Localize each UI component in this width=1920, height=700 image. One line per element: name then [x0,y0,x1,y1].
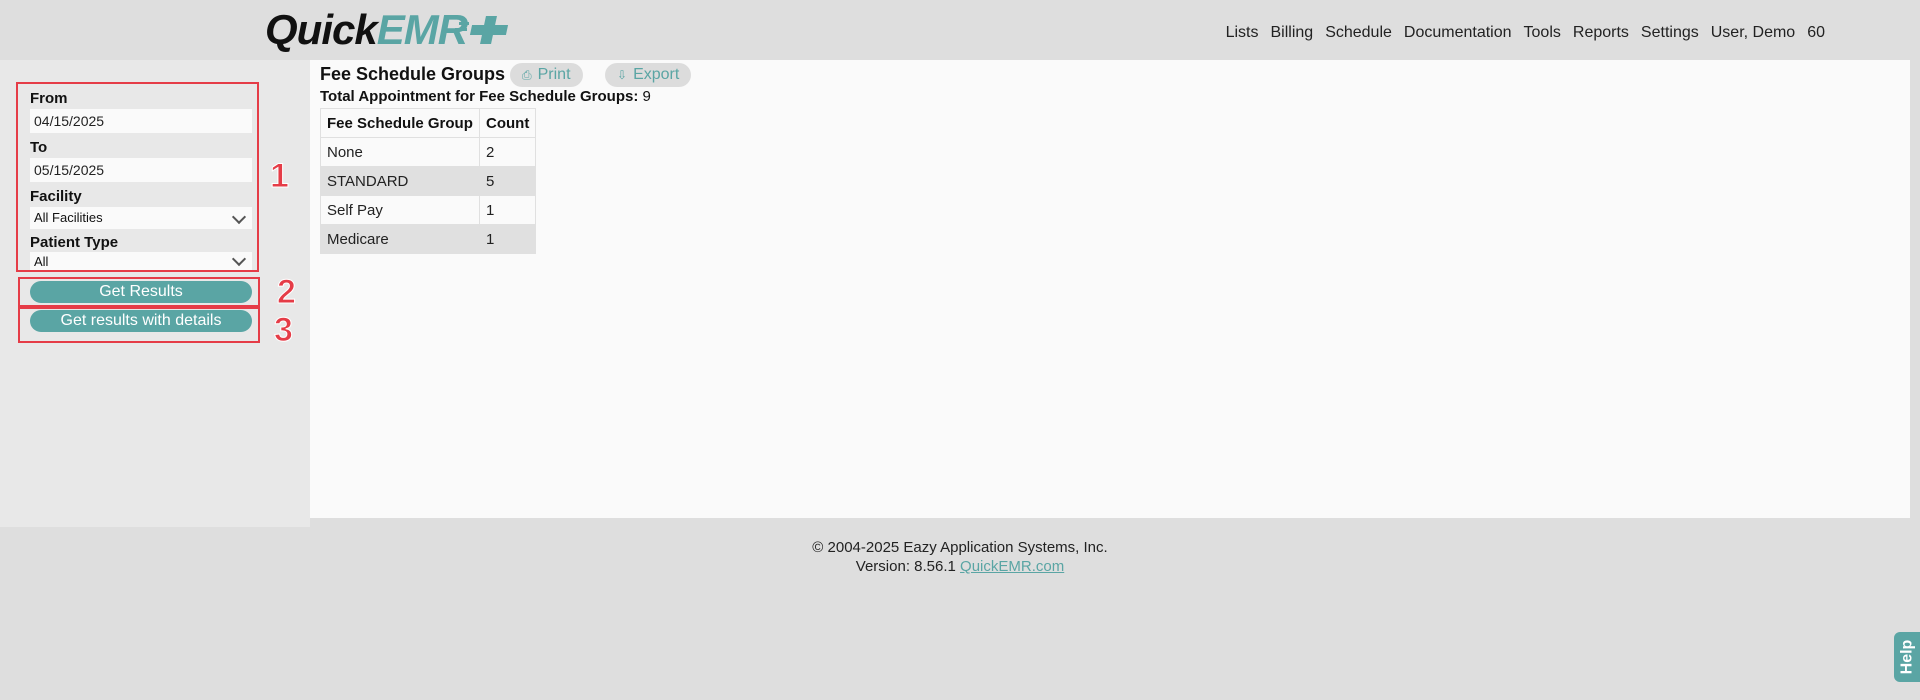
help-tab[interactable]: Help [1894,632,1920,682]
total-appointments: Total Appointment for Fee Schedule Group… [320,88,651,105]
get-results-button[interactable]: Get Results [30,281,252,303]
chevron-down-icon [231,251,247,267]
cell-count: 5 [478,166,537,196]
nav-reports[interactable]: Reports [1573,24,1629,42]
chevron-down-icon [231,209,247,225]
main-nav: Lists Billing Schedule Documentation Too… [1226,24,1825,42]
nav-schedule[interactable]: Schedule [1325,24,1392,42]
from-date-input[interactable]: 04/15/2025 [30,109,252,133]
quickemr-logo[interactable]: Quick EMR [265,6,509,54]
nav-settings[interactable]: Settings [1641,24,1699,42]
table-row: None 2 [320,137,537,167]
to-date-input[interactable]: 05/15/2025 [30,158,252,182]
export-icon: ⇩ [617,68,628,82]
logo-text-quick: Quick [265,6,378,53]
footer-copyright: © 2004-2025 Eazy Application Systems, In… [812,539,1108,556]
cell-group: Self Pay [320,195,480,225]
total-label: Total Appointment for Fee Schedule Group… [320,88,639,105]
nav-user[interactable]: User, Demo [1711,24,1795,42]
annotation-number-3: 3 [274,311,294,350]
page-footer: © 2004-2025 Eazy Application Systems, In… [0,538,1920,576]
table-row: Medicare 1 [320,224,537,254]
patient-type-label: Patient Type [30,234,119,251]
footer-link[interactable]: QuickEMR.com [960,558,1064,575]
table-header-row: Fee Schedule Group Count [320,108,537,138]
nav-session-timer: 60 [1807,24,1825,41]
cell-group: STANDARD [320,166,480,196]
to-label: To [30,139,48,156]
fee-schedule-table: Fee Schedule Group Count None 2 STANDARD… [320,108,537,254]
app-header: Quick EMR Lists Billing Schedule Documen… [0,0,1920,60]
total-value: 9 [642,88,651,105]
print-button[interactable]: ⎙ Print [510,63,583,87]
nav-documentation[interactable]: Documentation [1404,24,1512,42]
annotation-number-2: 2 [277,273,297,312]
report-panel: Fee Schedule Groups ⎙ Print ⇩ Export Tot… [310,60,1910,518]
patient-type-select-value: All [34,254,49,269]
table-row: Self Pay 1 [320,195,537,225]
cell-count: 2 [478,137,537,167]
cell-group: Medicare [320,224,480,254]
page-title: Fee Schedule Groups [320,64,506,84]
column-header-count: Count [478,108,537,138]
export-button[interactable]: ⇩ Export [605,63,692,87]
facility-select-value: All Facilities [34,210,103,225]
print-icon: ⎙ [522,68,532,82]
footer-version: Version: 8.56.1 [855,558,956,575]
from-label: From [30,90,68,107]
nav-tools[interactable]: Tools [1524,24,1561,42]
help-label: Help [1898,639,1916,675]
table-row: STANDARD 5 [320,166,537,196]
nav-lists[interactable]: Lists [1226,24,1259,42]
export-label: Export [633,66,680,83]
nav-billing[interactable]: Billing [1271,24,1314,42]
annotation-number-1: 1 [270,157,290,196]
column-header-group: Fee Schedule Group [320,108,480,138]
print-label: Print [537,66,571,83]
get-results-details-button[interactable]: Get results with details [30,310,252,332]
patient-type-select[interactable]: All [30,251,252,270]
cell-count: 1 [478,224,537,254]
footer-version-line: Version: 8.56.1 QuickEMR.com [0,557,1920,576]
cell-group: None [320,137,480,167]
logo-cross-icon [455,14,509,46]
logo-text-emr: EMR [376,6,468,53]
facility-label: Facility [30,188,82,205]
cell-count: 1 [478,195,537,225]
facility-select[interactable]: All Facilities [30,207,252,229]
